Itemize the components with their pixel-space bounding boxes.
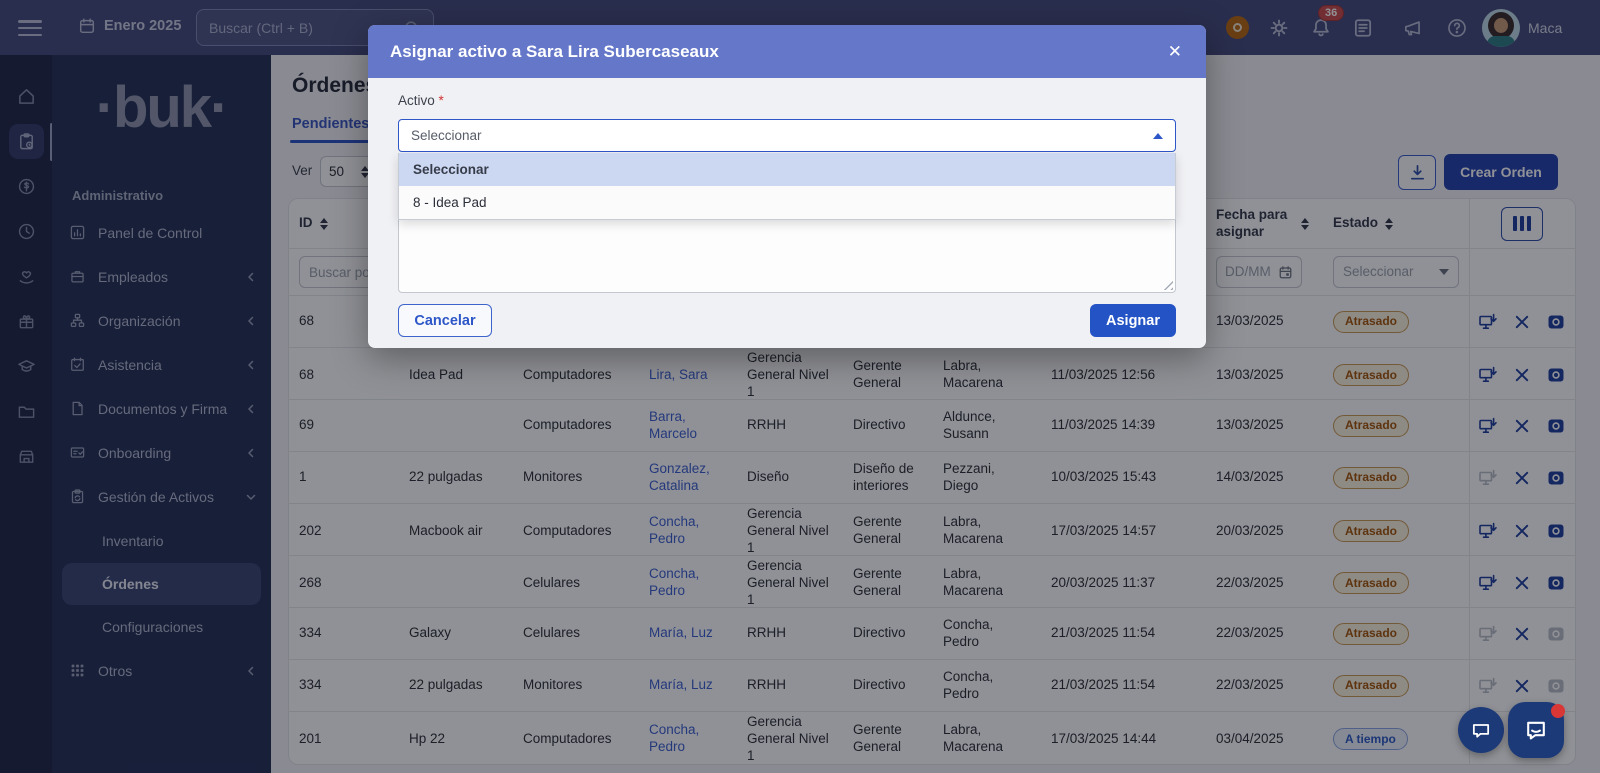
dropdown-option-seleccionar[interactable]: Seleccionar — [399, 153, 1175, 186]
assign-button[interactable]: Asignar — [1090, 304, 1176, 337]
modal-header: Asignar activo a Sara Lira Subercaseaux — [368, 25, 1206, 78]
resize-grip-icon[interactable] — [1162, 279, 1173, 290]
activo-select[interactable]: Seleccionar — [398, 119, 1176, 152]
activo-field-label: Activo * — [398, 93, 444, 108]
assign-asset-modal: Asignar activo a Sara Lira Subercaseaux … — [368, 25, 1206, 348]
app-root: Enero 2025 Buscar (Ctrl + B) 36 Maca ·bu… — [0, 0, 1600, 773]
chat-widget-icon[interactable] — [1458, 707, 1504, 753]
required-mark: * — [439, 93, 444, 108]
modal-title: Asignar activo a Sara Lira Subercaseaux — [390, 42, 1168, 62]
chevron-up-icon — [1153, 133, 1163, 139]
activo-dropdown-menu: Seleccionar 8 - Idea Pad — [398, 153, 1176, 220]
dropdown-option-idea-pad[interactable]: 8 - Idea Pad — [399, 186, 1175, 219]
close-icon[interactable] — [1168, 43, 1182, 60]
cancel-button[interactable]: Cancelar — [398, 304, 492, 337]
chat-notification-dot — [1551, 704, 1565, 718]
